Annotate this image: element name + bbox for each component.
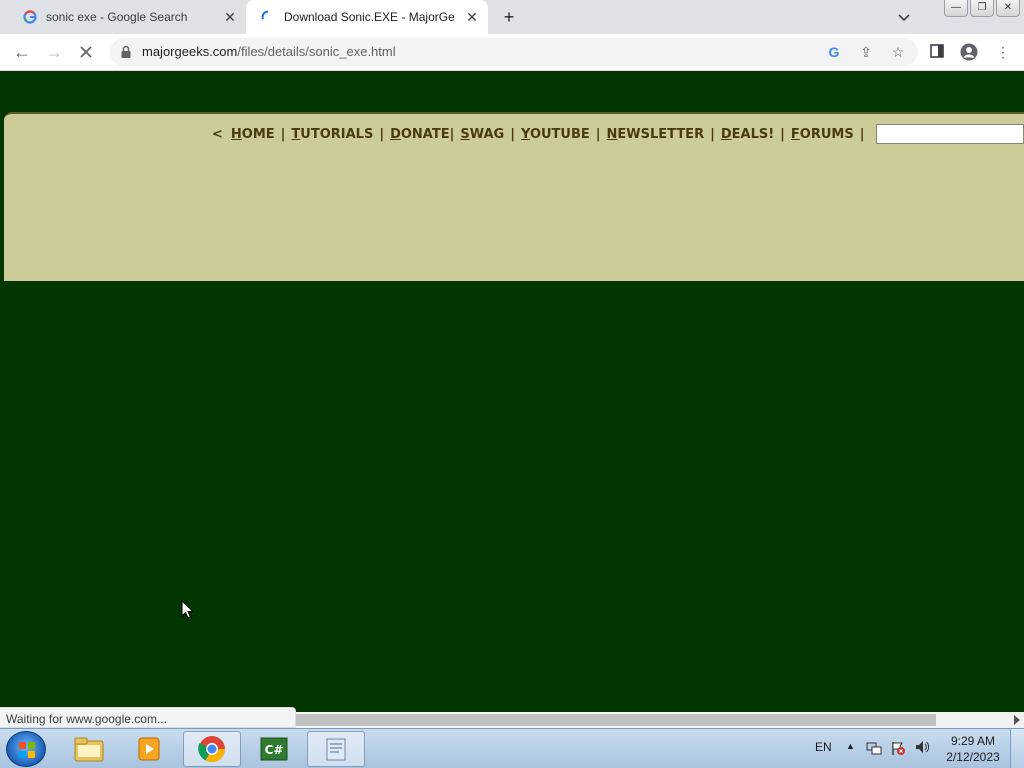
clock-date: 2/12/2023: [946, 750, 1000, 764]
nav-youtube-key: Y: [520, 126, 530, 142]
tab-title: Download Sonic.EXE - MajorGeeks: [284, 10, 454, 24]
start-button[interactable]: [6, 731, 46, 767]
page-content: < HOME | TUTORIALS | DONATE | SWAG | YOU…: [0, 71, 1024, 707]
nav-youtube-link[interactable]: YOUTUBE: [521, 127, 590, 142]
nav-tutorials-rest: UTORIALS: [300, 126, 374, 142]
close-tab-icon[interactable]: ✕: [222, 9, 238, 25]
close-window-button[interactable]: ✕: [996, 0, 1020, 17]
tab-title: sonic exe - Google Search: [46, 10, 188, 24]
media-player-icon[interactable]: [120, 731, 178, 767]
profile-avatar-icon[interactable]: [960, 43, 978, 61]
nav-newsletter-rest: EWSLETTER: [617, 126, 705, 142]
nav-separator: |: [280, 126, 286, 142]
nav-tutorials-link[interactable]: TUTORIALS: [291, 127, 373, 142]
nav-donate-key: D: [390, 126, 401, 142]
nav-separator: |: [449, 126, 455, 142]
back-arrow-icon[interactable]: ←: [12, 42, 32, 62]
nav-forums-link[interactable]: FORUMS: [791, 127, 854, 142]
window-controls: — ❐ ✕: [944, 0, 1020, 17]
url-host: majorgeeks.com: [142, 44, 238, 59]
bookmark-star-icon[interactable]: ☆: [890, 44, 906, 60]
nav-tutorials-key: T: [291, 126, 301, 142]
nav-open-bracket: <: [212, 126, 223, 142]
nav-donate-rest: ONATE: [400, 126, 450, 142]
nav-deals-link[interactable]: DEALS!: [721, 127, 774, 142]
stop-loading-icon[interactable]: [76, 42, 96, 62]
new-tab-button[interactable]: +: [498, 7, 520, 27]
language-indicator[interactable]: EN: [815, 740, 832, 754]
nav-forums-rest: ORUMS: [799, 126, 854, 142]
file-explorer-icon[interactable]: [60, 731, 118, 767]
header-banner: < HOME | TUTORIALS | DONATE | SWAG | YOU…: [4, 112, 1024, 281]
forward-arrow-icon[interactable]: →: [44, 42, 64, 62]
mouse-cursor-icon: [181, 599, 195, 620]
share-icon[interactable]: ⇪: [858, 44, 874, 60]
nav-youtube-rest: OUTUBE: [529, 126, 590, 142]
nav-home-rest: OME: [241, 126, 275, 142]
svg-text:C#: C#: [265, 743, 284, 757]
show-hidden-icons-icon[interactable]: ▲: [846, 741, 855, 751]
nav-deals-rest: EALS!: [731, 126, 775, 142]
google-icon: [22, 9, 38, 25]
nav-deals-key: D: [720, 126, 732, 142]
network-icon[interactable]: [866, 740, 882, 759]
minimize-button[interactable]: —: [944, 0, 968, 17]
nav-separator: |: [510, 126, 515, 142]
taskbar: C# EN ▲ 9:29 AM 2/12/2023: [0, 728, 1024, 768]
browser-toolbar: ← → majorgeeks.com/files/details/sonic_e…: [0, 34, 1024, 71]
nav-home-link[interactable]: HOME: [231, 127, 275, 142]
restore-button[interactable]: ❐: [970, 0, 994, 17]
nav-swag-link[interactable]: SWAG: [460, 127, 504, 142]
url-path: /files/details/sonic_exe.html: [237, 44, 396, 59]
loading-spinner-icon: [260, 9, 276, 25]
horizontal-scrollbar[interactable]: [296, 712, 1024, 728]
volume-icon[interactable]: [914, 739, 930, 758]
nav-home-key: H: [230, 126, 242, 142]
google-lens-icon[interactable]: G: [826, 44, 842, 60]
nav-separator: |: [379, 126, 385, 142]
nav-newsletter-key: N: [606, 126, 618, 142]
csharp-app-icon[interactable]: C#: [245, 731, 303, 767]
browser-menu-icon[interactable]: ⋮: [994, 43, 1012, 61]
tab-strip: sonic exe - Google Search ✕ Download Son…: [0, 0, 1024, 34]
address-bar[interactable]: majorgeeks.com/files/details/sonic_exe.h…: [110, 38, 918, 66]
nav-separator: |: [780, 126, 785, 142]
chrome-icon[interactable]: [183, 731, 241, 767]
nav-forums-key: F: [790, 126, 800, 142]
nav-swag-rest: WAG: [469, 126, 505, 142]
action-center-flag-icon[interactable]: [890, 740, 906, 759]
scrollbar-thumb[interactable]: [296, 714, 936, 726]
nav-separator: |: [595, 126, 601, 142]
status-bubble: Waiting for www.google.com...: [0, 707, 296, 728]
close-tab-icon[interactable]: ✕: [464, 9, 480, 25]
nav-donate-link[interactable]: DONATE: [390, 127, 450, 142]
side-panel-icon[interactable]: [928, 43, 946, 61]
tab-majorgeeks[interactable]: Download Sonic.EXE - MajorGeeks ✕: [246, 0, 488, 34]
nav-separator: |: [859, 126, 865, 142]
notepad-icon[interactable]: [307, 731, 365, 767]
clock-time: 9:29 AM: [950, 734, 996, 748]
site-search-input[interactable]: [876, 124, 1024, 144]
nav-separator: |: [710, 126, 715, 142]
system-clock[interactable]: 9:29 AM 2/12/2023: [940, 733, 1006, 765]
site-nav: < HOME | TUTORIALS | DONATE | SWAG | YOU…: [212, 124, 1024, 144]
tab-google-search[interactable]: sonic exe - Google Search ✕: [8, 0, 246, 34]
tab-search-chevron-icon[interactable]: [896, 9, 912, 25]
nav-swag-key: S: [460, 126, 470, 142]
url-text[interactable]: majorgeeks.com/files/details/sonic_exe.h…: [142, 44, 396, 59]
lock-icon[interactable]: [120, 45, 132, 59]
scroll-right-arrow-icon[interactable]: [1014, 715, 1020, 725]
nav-newsletter-link[interactable]: NEWSLETTER: [607, 127, 705, 142]
show-desktop-button[interactable]: [1010, 729, 1024, 768]
